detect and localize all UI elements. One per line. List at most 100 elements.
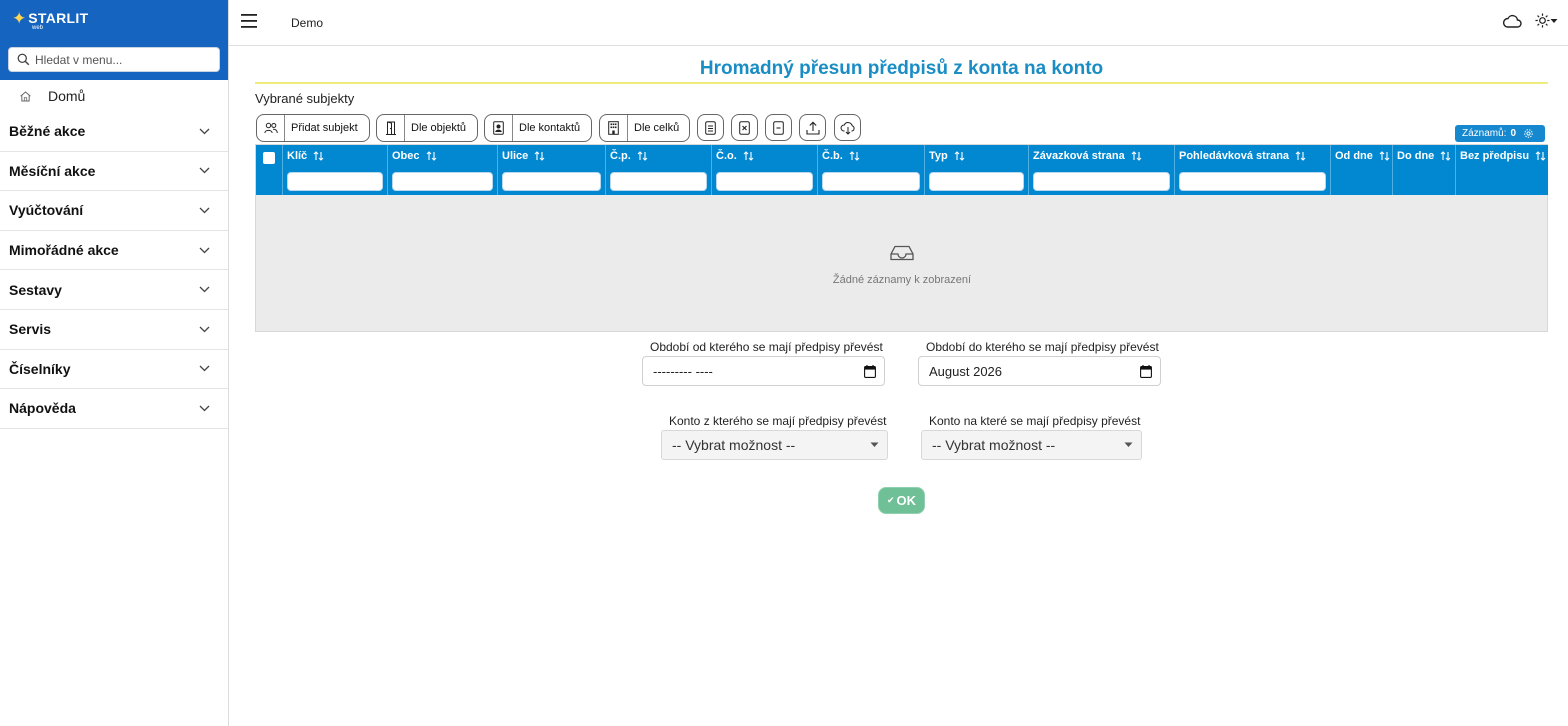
chevron-down-icon <box>199 405 210 412</box>
grid-column[interactable]: Obec <box>387 145 497 195</box>
hamburger-menu-icon[interactable] <box>241 14 257 28</box>
column-header[interactable]: Obec <box>392 150 437 162</box>
search-icon <box>17 53 30 66</box>
clear-file-button[interactable] <box>765 114 792 141</box>
by-contacts-button[interactable]: Dle kontaktů <box>484 114 592 142</box>
theme-switcher[interactable] <box>1535 13 1558 28</box>
sidebar-item[interactable]: Mimořádné akce <box>0 231 228 271</box>
column-header[interactable]: Č.b. <box>822 150 860 162</box>
select-all-checkbox[interactable] <box>263 152 275 164</box>
caret-down-icon <box>1550 18 1558 23</box>
grid-column[interactable]: Do dne <box>1392 145 1455 195</box>
logo[interactable]: ✦ STARLIT web <box>12 9 88 31</box>
star-icon: ✦ <box>12 9 27 28</box>
cloud-download-icon <box>840 121 855 135</box>
chevron-down-icon <box>199 286 210 293</box>
account-to-select[interactable]: -- Vybrat možnost -- <box>921 430 1142 460</box>
list-file-button[interactable] <box>697 114 724 141</box>
column-header-label: Do dne <box>1397 150 1435 162</box>
column-filter-input[interactable] <box>502 172 601 191</box>
period-from-input[interactable]: --------- ---- <box>642 356 885 386</box>
column-header-label: Typ <box>929 150 948 162</box>
column-header[interactable]: Klíč <box>287 150 324 162</box>
column-filter-input[interactable] <box>610 172 707 191</box>
gear-icon[interactable] <box>1523 128 1534 139</box>
column-header[interactable]: Pohledávková strana <box>1179 150 1306 162</box>
menu-search[interactable] <box>8 47 220 72</box>
column-filter-input[interactable] <box>392 172 493 191</box>
page-title: Hromadný přesun předpisů z konta na kont… <box>699 58 1104 79</box>
column-header[interactable]: Č.o. <box>716 150 754 162</box>
sidebar-item-label: Mimořádné akce <box>9 242 119 259</box>
column-filter-input[interactable] <box>287 172 383 191</box>
cloud-download-button[interactable] <box>834 114 861 141</box>
sidebar-item-label: Vyúčtování <box>9 202 84 219</box>
ok-button[interactable]: ✔ OK <box>878 487 925 514</box>
column-header[interactable]: Typ <box>929 150 965 162</box>
sort-icon[interactable] <box>1131 151 1142 161</box>
grid-column[interactable]: Č.b. <box>817 145 924 195</box>
period-to-label: Období do kterého se mají předpisy převé… <box>926 340 1159 354</box>
sort-icon[interactable] <box>954 151 965 161</box>
account-from-select[interactable]: -- Vybrat možnost -- <box>661 430 888 460</box>
column-filter-input[interactable] <box>1033 172 1170 191</box>
column-header-label: Klíč <box>287 150 308 162</box>
sort-icon[interactable] <box>849 151 860 161</box>
sidebar-item[interactable]: Číselníky <box>0 350 228 390</box>
home-icon <box>20 90 31 101</box>
column-header[interactable]: Ulice <box>502 150 545 162</box>
sort-icon[interactable] <box>1535 151 1546 161</box>
grid-column[interactable]: Č.p. <box>605 145 711 195</box>
grid-column[interactable]: Typ <box>924 145 1028 195</box>
column-header[interactable]: Závazková strana <box>1033 150 1142 162</box>
sort-icon[interactable] <box>743 151 754 161</box>
column-header-label: Od dne <box>1335 150 1373 162</box>
period-to-input[interactable]: August 2026 <box>918 356 1161 386</box>
sidebar-item[interactable]: Měsíční akce <box>0 152 228 192</box>
sidebar-item-home[interactable]: Domů <box>0 80 228 112</box>
list-file-icon <box>705 120 716 135</box>
column-header[interactable]: Č.p. <box>610 150 648 162</box>
records-counter[interactable]: Záznamů: 0 <box>1455 125 1545 142</box>
grid-column[interactable]: Klíč <box>282 145 387 195</box>
remove-file-button[interactable] <box>731 114 758 141</box>
sidebar-item[interactable]: Běžné akce <box>0 112 228 152</box>
column-filter-input[interactable] <box>929 172 1024 191</box>
column-header[interactable]: Od dne <box>1335 150 1390 162</box>
column-header[interactable]: Do dne <box>1397 150 1451 162</box>
grid-column[interactable]: Č.o. <box>711 145 817 195</box>
cloud-icon[interactable] <box>1502 13 1522 29</box>
by-units-button[interactable]: Dle celků <box>599 114 690 142</box>
grid-column[interactable]: Od dne <box>1330 145 1392 195</box>
sidebar-item[interactable]: Vyúčtování <box>0 191 228 231</box>
chevron-down-icon <box>199 247 210 253</box>
sort-icon[interactable] <box>426 151 437 161</box>
column-header[interactable]: Bez předpisu <box>1460 150 1546 162</box>
add-subject-button[interactable]: Přidat subjekt <box>256 114 370 142</box>
sidebar-item[interactable]: Nápověda <box>0 389 228 429</box>
column-filter-input[interactable] <box>1179 172 1326 191</box>
grid-column[interactable]: Pohledávková strana <box>1174 145 1330 195</box>
column-filter-input[interactable] <box>716 172 813 191</box>
sidebar-item[interactable]: Sestavy <box>0 270 228 310</box>
menu-search-input[interactable] <box>35 52 205 67</box>
by-objects-button[interactable]: Dle objektů <box>376 114 478 142</box>
column-filter-input[interactable] <box>822 172 920 191</box>
period-from-value: --------- ---- <box>653 363 713 379</box>
grid-column[interactable]: Bez předpisu <box>1455 145 1548 195</box>
calendar-icon[interactable] <box>1140 364 1152 378</box>
sort-icon[interactable] <box>1440 151 1451 161</box>
account-to-label: Konto na které se mají předpisy převést <box>929 414 1141 428</box>
breadcrumb[interactable]: Demo <box>291 16 323 30</box>
sidebar-item[interactable]: Servis <box>0 310 228 350</box>
upload-button[interactable] <box>799 114 826 141</box>
sun-icon <box>1535 13 1550 28</box>
grid-column[interactable]: Ulice <box>497 145 605 195</box>
calendar-icon[interactable] <box>864 364 876 378</box>
sort-icon[interactable] <box>1295 151 1306 161</box>
sort-icon[interactable] <box>313 151 324 161</box>
sort-icon[interactable] <box>637 151 648 161</box>
grid-column[interactable]: Závazková strana <box>1028 145 1174 195</box>
sort-icon[interactable] <box>534 151 545 161</box>
sort-icon[interactable] <box>1379 151 1390 161</box>
